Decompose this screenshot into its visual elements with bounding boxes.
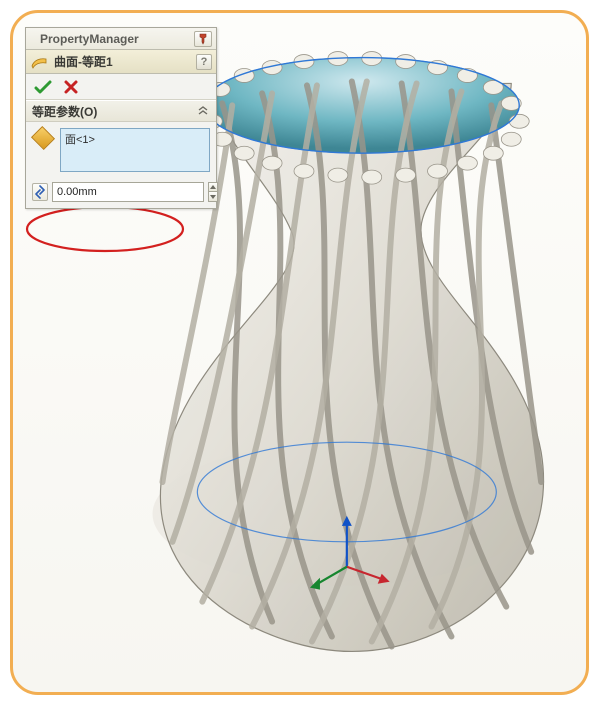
feature-title-row: 曲面-等距1 ?: [26, 50, 216, 74]
face-selection-list[interactable]: 面<1>: [60, 128, 210, 172]
spin-down-button[interactable]: [208, 192, 218, 202]
offset-params-body: 面<1>: [26, 122, 216, 208]
offset-distance-input[interactable]: [52, 182, 204, 202]
feature-title: 曲面-等距1: [54, 53, 190, 70]
surface-offset-icon: [30, 53, 48, 71]
panel-header: PropertyManager: [26, 28, 216, 50]
offset-params-header[interactable]: 等距参数(O): [26, 100, 216, 122]
distance-spinner: [208, 182, 218, 202]
pin-icon[interactable]: [194, 31, 212, 47]
reverse-direction-icon[interactable]: [32, 183, 48, 201]
face-select-icon[interactable]: [31, 126, 55, 150]
ok-button[interactable]: [34, 78, 52, 96]
chevron-up-icon: [196, 104, 210, 118]
help-button[interactable]: ?: [196, 54, 212, 70]
list-item[interactable]: 面<1>: [65, 131, 205, 147]
offset-distance-row: [32, 182, 210, 202]
confirm-row: [26, 74, 216, 100]
panel-title: PropertyManager: [30, 32, 188, 46]
selection-row: 面<1>: [32, 128, 210, 172]
spin-up-button[interactable]: [208, 182, 218, 192]
cancel-button[interactable]: [62, 78, 80, 96]
property-manager-panel: PropertyManager 曲面-等距1 ? 等距参数(O): [25, 27, 217, 209]
app-frame: PropertyManager 曲面-等距1 ? 等距参数(O): [10, 10, 589, 695]
section-title: 等距参数(O): [32, 103, 97, 120]
